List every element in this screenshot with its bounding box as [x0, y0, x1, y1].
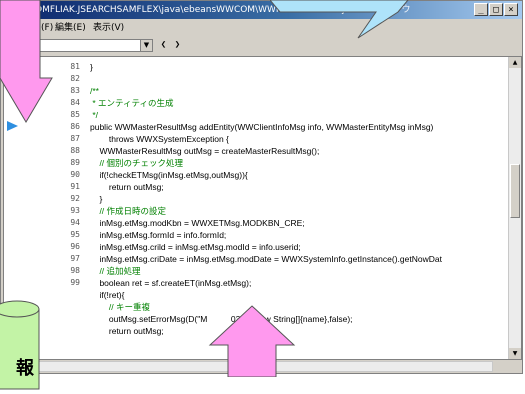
code-area[interactable]: } /** * エンティティの生成 */public WWMasterResult… [90, 57, 510, 359]
line-number: 82 [70, 74, 80, 83]
code-line[interactable]: if(!checkETMsg(inMsg.etMsg,outMsg)){ [90, 169, 247, 181]
code-line[interactable]: // 個別のチェック処理 [90, 157, 183, 169]
pink-callout-arrow-bottom [208, 305, 296, 377]
line-number: 93 [70, 206, 80, 215]
scroll-down-icon[interactable]: ▼ [509, 348, 521, 359]
line-number: 86 [70, 122, 80, 131]
code-line[interactable]: if(!ret){ [90, 289, 124, 301]
code-line[interactable]: } [90, 61, 93, 73]
code-line[interactable]: throws WWXSystemException { [90, 133, 229, 145]
code-line[interactable]: // 追加処理 [90, 265, 140, 277]
code-line[interactable]: */ [90, 109, 98, 121]
line-number: 91 [70, 182, 80, 191]
line-number: 97 [70, 254, 80, 263]
line-number: 94 [70, 218, 80, 227]
database-cylinder: 報 [0, 300, 40, 390]
scroll-thumb[interactable] [510, 164, 520, 218]
line-number: 87 [70, 134, 80, 143]
title-bar[interactable]: OMFLIAK.JSEARCHSAMFLEX\java\ebeansWWCOM\… [1, 1, 522, 19]
code-line[interactable]: boolean ret = sf.createET(inMsg.etMsg); [90, 277, 251, 289]
line-number: 98 [70, 266, 80, 275]
line-number: 81 [70, 62, 80, 71]
code-line[interactable]: WWMasterResultMsg outMsg = createMasterR… [90, 145, 319, 157]
code-line[interactable]: inMsg.etMsg.modKbn = WWXETMsg.MODKBN_CRE… [90, 217, 304, 229]
line-number: 89 [70, 158, 80, 167]
code-line[interactable]: inMsg.etMsg.formId = info.formId; [90, 229, 226, 241]
code-line[interactable]: // 作成日時の設定 [90, 205, 166, 217]
code-line[interactable]: public WWMasterResultMsg addEntity(WWCli… [90, 121, 433, 133]
code-line[interactable]: inMsg.etMsg.criDate = inMsg.etMsg.modDat… [90, 253, 442, 265]
code-line[interactable]: return outMsg; [90, 325, 164, 337]
scroll-up-icon[interactable]: ▲ [509, 57, 521, 68]
code-line[interactable]: // キー重複 [90, 301, 150, 313]
menu-bar: ファイル(F) 編集(E) 表示(V) [1, 20, 522, 36]
line-number: 85 [70, 110, 80, 119]
menu-view[interactable]: 表示(V) [93, 20, 124, 36]
toolbar: ▼ ❮ ❯ [1, 38, 522, 54]
vertical-scrollbar[interactable]: ▲ ▼ [508, 57, 521, 359]
next-button[interactable]: ❯ [171, 39, 184, 52]
code-line[interactable]: return outMsg; [90, 181, 164, 193]
prev-button[interactable]: ❮ [157, 39, 170, 52]
maximize-button[interactable]: □ [489, 3, 503, 16]
line-number: 92 [70, 194, 80, 203]
line-number: 96 [70, 242, 80, 251]
combo-arrow-icon[interactable]: ▼ [140, 40, 152, 51]
line-number: 99 [70, 278, 80, 287]
code-line[interactable]: /** [90, 85, 99, 97]
code-line[interactable]: } [90, 193, 102, 205]
line-number: 84 [70, 98, 80, 107]
code-line[interactable]: * エンティティの生成 [90, 97, 173, 109]
code-line[interactable]: inMsg.etMsg.crild = inMsg.etMsg.modId = … [90, 241, 300, 253]
close-button[interactable]: × [504, 3, 518, 16]
pink-callout-arrow-topleft [0, 0, 53, 123]
database-label: 報 [16, 358, 34, 379]
line-number: 83 [70, 86, 80, 95]
blue-speech-bubble [270, 0, 409, 39]
line-number: 88 [70, 146, 80, 155]
minimize-button[interactable]: _ [474, 3, 488, 16]
line-number: 95 [70, 230, 80, 239]
line-number: 90 [70, 170, 80, 179]
